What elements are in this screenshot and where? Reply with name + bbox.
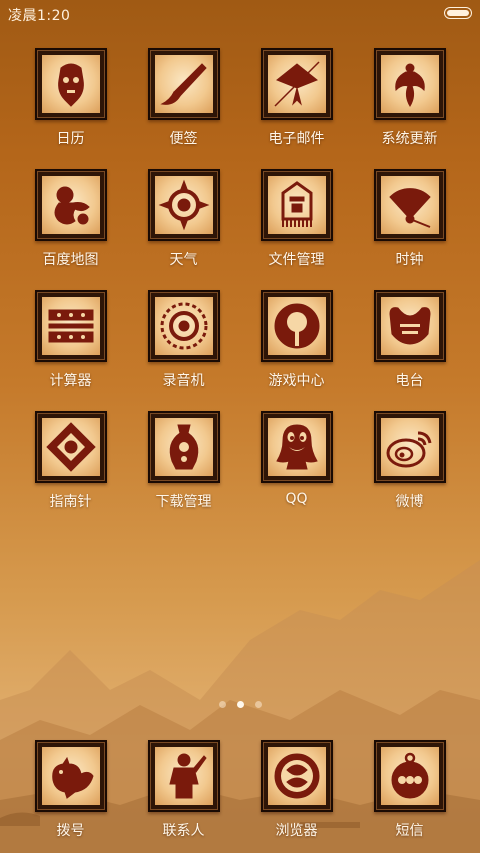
app-label: 拨号 <box>56 823 85 839</box>
app-radio[interactable]: 电台 <box>353 290 466 390</box>
page-indicator[interactable] <box>0 701 480 708</box>
app-label: 计算器 <box>49 373 92 389</box>
app-label: 微博 <box>395 494 424 510</box>
penguin-icon <box>260 411 333 483</box>
app-email[interactable]: 电子邮件 <box>240 48 353 148</box>
app-label: 浏览器 <box>275 823 318 839</box>
app-label: 下载管理 <box>155 494 212 510</box>
app-compass[interactable]: 指南针 <box>14 411 127 511</box>
vase-icon <box>147 411 220 483</box>
app-label: 电台 <box>395 373 424 389</box>
app-label: 系统更新 <box>381 131 438 147</box>
app-label: 便签 <box>169 131 198 147</box>
app-label: 电子邮件 <box>268 131 325 147</box>
app-label: 短信 <box>395 823 424 839</box>
app-game-center[interactable]: 游戏中心 <box>240 290 353 390</box>
app-baidu-map[interactable]: 百度地图 <box>14 169 127 269</box>
app-qq[interactable]: QQ <box>240 411 353 511</box>
app-file-manager[interactable]: 文件管理 <box>240 169 353 269</box>
pendant-icon <box>373 740 446 812</box>
page-dot-active[interactable] <box>236 701 244 708</box>
dock: 拨号 联系人 浏览器 短信 <box>0 740 480 840</box>
diamond-papercut-icon <box>34 411 107 483</box>
page-dot[interactable] <box>254 701 262 708</box>
app-label: 百度地图 <box>42 252 99 268</box>
round-papercut-icon <box>147 290 220 362</box>
lock-pendant-icon <box>373 290 446 362</box>
kite-icon <box>260 48 333 120</box>
app-label: 日历 <box>56 131 85 147</box>
app-contacts[interactable]: 联系人 <box>127 740 240 840</box>
opera-mask-icon <box>34 48 107 120</box>
app-notes[interactable]: 便签 <box>127 48 240 148</box>
app-system-update[interactable]: 系统更新 <box>353 48 466 148</box>
status-clock: 凌晨1:20 <box>8 8 71 24</box>
app-label: 指南针 <box>49 494 92 510</box>
weibo-eye-icon <box>373 411 446 483</box>
sun-medallion-icon <box>147 169 220 241</box>
app-messages[interactable]: 短信 <box>353 740 466 840</box>
page-dot[interactable] <box>218 701 226 708</box>
app-weibo[interactable]: 微博 <box>353 411 466 511</box>
banner-icon <box>260 169 333 241</box>
phoenix-icon <box>373 48 446 120</box>
app-label: 游戏中心 <box>268 373 325 389</box>
app-download-manager[interactable]: 下载管理 <box>127 411 240 511</box>
fan-icon <box>373 169 446 241</box>
app-clock[interactable]: 时钟 <box>353 169 466 269</box>
app-weather[interactable]: 天气 <box>127 169 240 269</box>
app-recorder[interactable]: 录音机 <box>127 290 240 390</box>
app-grid: 日历 便签 电子邮件 系统更新 百度地图 天气 文件管理 时钟 计算器 录音机 … <box>0 48 480 511</box>
rooster-icon <box>34 740 107 812</box>
app-label: QQ <box>285 491 308 507</box>
ring-fan-icon <box>260 290 333 362</box>
abacus-panels-icon <box>34 290 107 362</box>
app-label: 录音机 <box>162 373 205 389</box>
app-label: 时钟 <box>395 252 424 268</box>
brush-icon <box>147 48 220 120</box>
app-dialer[interactable]: 拨号 <box>14 740 127 840</box>
app-calendar[interactable]: 日历 <box>14 48 127 148</box>
app-label: 天气 <box>169 252 198 268</box>
globe-medallion-icon <box>260 740 333 812</box>
app-calculator[interactable]: 计算器 <box>14 290 127 390</box>
battery-icon <box>444 7 472 19</box>
figure-icon <box>147 740 220 812</box>
status-bar: 凌晨1:20 <box>0 0 480 28</box>
app-label: 文件管理 <box>268 252 325 268</box>
app-label: 联系人 <box>162 823 205 839</box>
app-browser[interactable]: 浏览器 <box>240 740 353 840</box>
monkey-icon <box>34 169 107 241</box>
